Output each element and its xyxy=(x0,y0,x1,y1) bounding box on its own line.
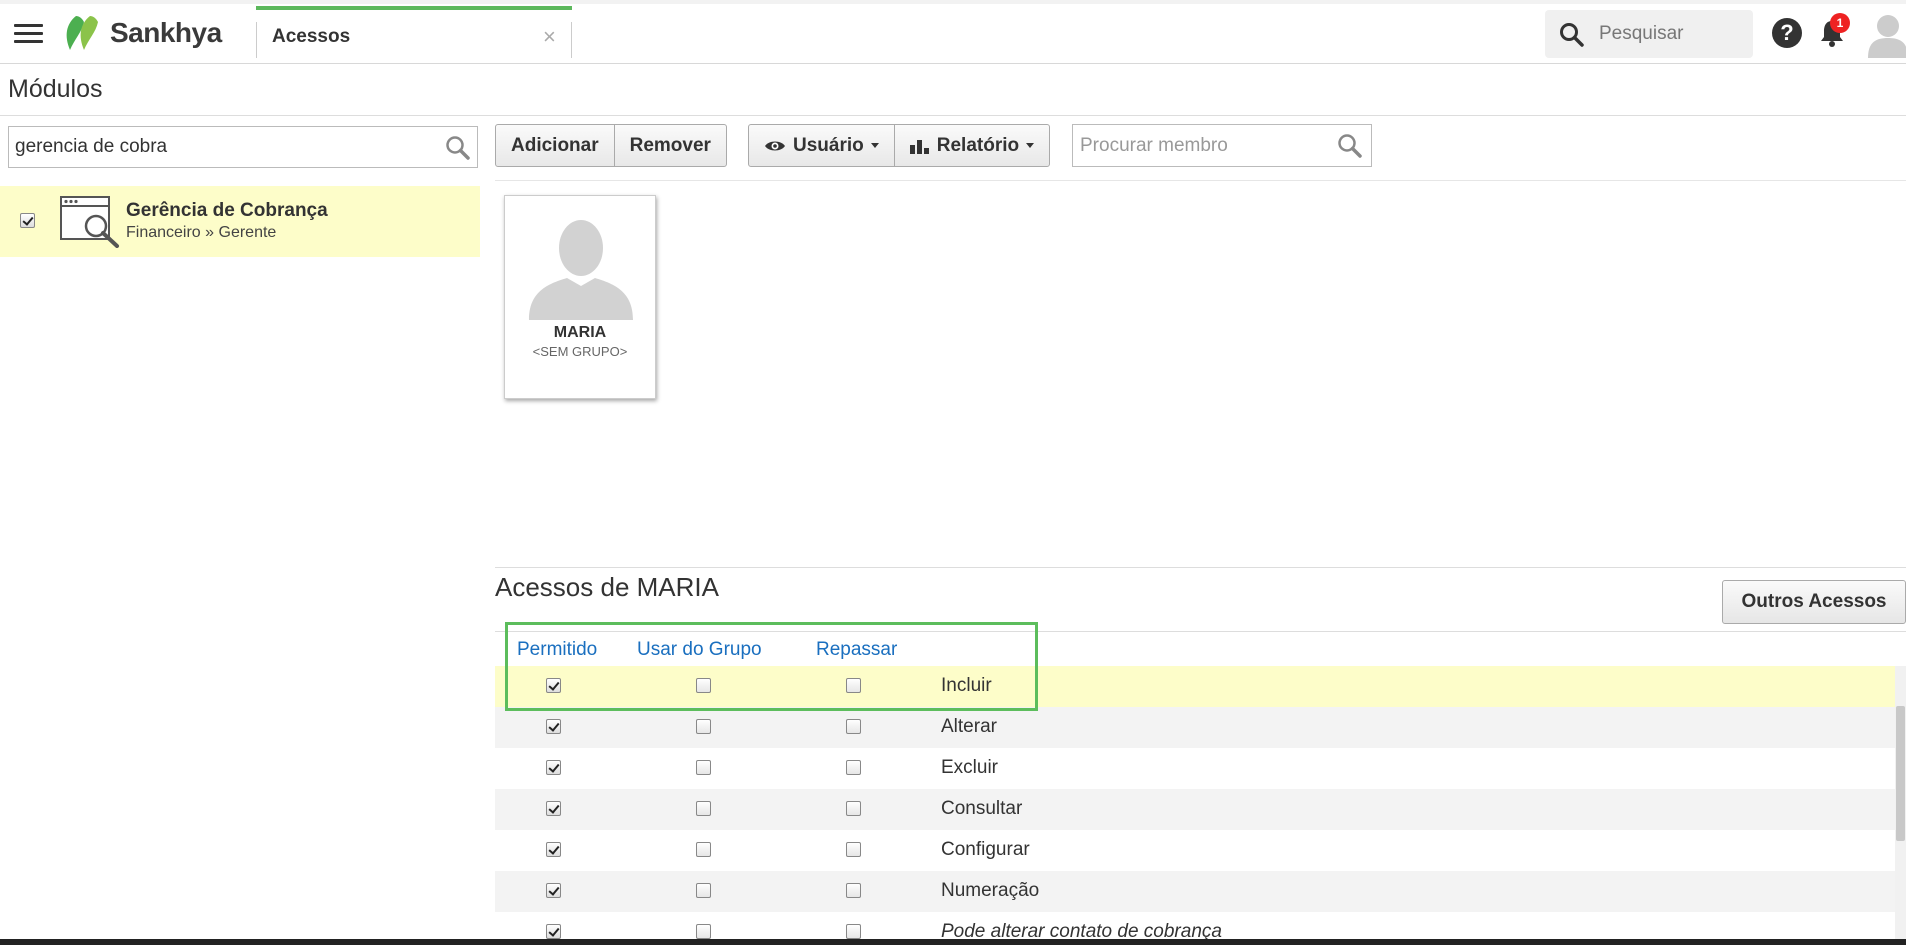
page-title: Módulos xyxy=(8,75,103,103)
add-button[interactable]: Adicionar xyxy=(496,125,614,166)
repassar-checkbox[interactable] xyxy=(846,678,861,693)
module-search-input[interactable] xyxy=(15,133,435,161)
tab-label: Acessos xyxy=(272,26,351,47)
help-icon[interactable]: ? xyxy=(1772,18,1802,48)
permitido-checkbox[interactable] xyxy=(546,924,561,939)
permitido-checkbox[interactable] xyxy=(546,760,561,775)
report-dropdown-label: Relatório xyxy=(936,134,1020,156)
permitido-checkbox[interactable] xyxy=(546,801,561,816)
member-card[interactable]: MARIA <SEM GRUPO> xyxy=(504,195,656,399)
permitido-checkbox[interactable] xyxy=(546,719,561,734)
close-tab-icon[interactable]: × xyxy=(543,24,556,50)
repassar-checkbox[interactable] xyxy=(846,842,861,857)
logo[interactable]: Sankhya xyxy=(62,14,222,52)
logo-text: Sankhya xyxy=(110,17,222,48)
menu-icon[interactable] xyxy=(14,22,44,46)
repassar-checkbox[interactable] xyxy=(846,719,861,734)
permitido-checkbox[interactable] xyxy=(546,678,561,693)
user-dropdown-label: Usuário xyxy=(793,134,864,156)
search-icon[interactable] xyxy=(1559,22,1585,48)
module-path: Financeiro » Gerente xyxy=(126,224,277,241)
user-dropdown-button[interactable]: Usuário xyxy=(749,125,894,166)
user-avatar-icon[interactable] xyxy=(1866,10,1906,58)
usar-do-grupo-checkbox[interactable] xyxy=(696,883,711,898)
access-title: Acessos de MARIA xyxy=(495,572,719,602)
access-label: Alterar xyxy=(941,716,997,737)
scrollbar[interactable] xyxy=(1895,666,1906,945)
table-row[interactable]: Incluir xyxy=(495,666,1895,707)
taskbar xyxy=(0,939,1906,945)
top-bar: Sankhya Acessos × ? 1 xyxy=(0,0,1906,64)
usar-do-grupo-checkbox[interactable] xyxy=(696,842,711,857)
permitido-checkbox[interactable] xyxy=(546,883,561,898)
access-label: Numeração xyxy=(941,880,1040,901)
member-actions-group: Adicionar Remover xyxy=(495,124,727,167)
table-row[interactable]: Configurar xyxy=(495,830,1895,871)
column-header-repassar[interactable]: Repassar xyxy=(816,639,897,661)
global-search-input[interactable] xyxy=(1599,20,1745,48)
repassar-checkbox[interactable] xyxy=(846,883,861,898)
divider xyxy=(495,631,1906,632)
usar-do-grupo-checkbox[interactable] xyxy=(696,801,711,816)
chevron-down-icon xyxy=(1026,143,1035,148)
table-row[interactable]: Numeração xyxy=(495,871,1895,912)
module-list-item[interactable]: Gerência de Cobrança Financeiro » Gerent… xyxy=(0,186,480,257)
column-header-usar-do-grupo[interactable]: Usar do Grupo xyxy=(637,639,762,661)
repassar-checkbox[interactable] xyxy=(846,801,861,816)
access-label: Excluir xyxy=(941,757,999,778)
other-access-button[interactable]: Outros Acessos xyxy=(1722,580,1906,624)
tab-acessos[interactable]: Acessos × xyxy=(256,6,572,58)
search-icon[interactable] xyxy=(1337,133,1363,159)
global-search[interactable] xyxy=(1545,10,1753,58)
user-silhouette-icon xyxy=(529,220,633,320)
member-name: MARIA xyxy=(553,324,607,341)
access-label: Consultar xyxy=(941,798,1023,819)
divider xyxy=(495,567,1906,568)
usar-do-grupo-checkbox[interactable] xyxy=(696,924,711,939)
member-search[interactable] xyxy=(1072,124,1372,167)
access-label: Configurar xyxy=(941,839,1030,860)
module-checkbox[interactable] xyxy=(20,213,35,228)
search-icon[interactable] xyxy=(445,135,471,161)
repassar-checkbox[interactable] xyxy=(846,924,861,939)
scrollbar-thumb[interactable] xyxy=(1896,706,1905,841)
usar-do-grupo-checkbox[interactable] xyxy=(696,760,711,775)
access-table: Incluir Alterar Excluir Consultar Configurar… xyxy=(495,666,1895,945)
table-row[interactable]: Excluir xyxy=(495,748,1895,789)
column-header-permitido[interactable]: Permitido xyxy=(517,639,597,661)
notification-badge[interactable]: 1 xyxy=(1830,13,1850,33)
table-row[interactable]: Alterar xyxy=(495,707,1895,748)
divider xyxy=(0,115,1906,116)
view-actions-group: Usuário Relatório xyxy=(748,124,1051,167)
bar-chart-icon xyxy=(909,139,929,154)
access-label: Incluir xyxy=(941,675,992,696)
module-name: Gerência de Cobrança xyxy=(126,200,328,221)
eye-icon xyxy=(765,141,785,150)
remove-button[interactable]: Remover xyxy=(613,125,726,166)
usar-do-grupo-checkbox[interactable] xyxy=(696,719,711,734)
permitido-checkbox[interactable] xyxy=(546,842,561,857)
window-search-icon xyxy=(60,196,119,248)
report-dropdown-button[interactable]: Relatório xyxy=(893,125,1049,166)
usar-do-grupo-checkbox[interactable] xyxy=(696,678,711,693)
chevron-down-icon xyxy=(870,143,879,148)
member-search-input[interactable] xyxy=(1080,133,1330,159)
member-group: <SEM GRUPO> xyxy=(532,344,628,359)
repassar-checkbox[interactable] xyxy=(846,760,861,775)
sankhya-logo-icon xyxy=(66,16,98,50)
table-row[interactable]: Consultar xyxy=(495,789,1895,830)
module-search[interactable] xyxy=(8,126,478,168)
divider xyxy=(495,180,1906,181)
